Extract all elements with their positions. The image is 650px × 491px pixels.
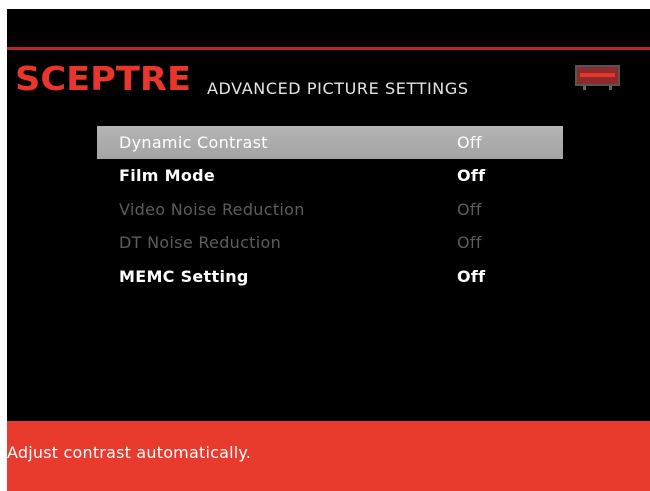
menu-item-label: MEMC Setting	[119, 266, 249, 286]
menu-item-label: Film Mode	[119, 166, 216, 185]
menu-item-dt-noise-reduction: DT Noise Reduction Off	[97, 226, 563, 260]
settings-menu: Dynamic Contrast Off Film Mode Off Video…	[97, 126, 563, 293]
menu-item-film-mode[interactable]: Film Mode Off	[97, 159, 563, 193]
menu-item-label: Video Noise Reduction	[119, 199, 305, 219]
menu-item-value: Off	[457, 266, 486, 286]
sceptre-tv-badge-icon	[575, 65, 620, 91]
menu-item-label: DT Noise Reduction	[119, 233, 282, 252]
menu-item-value: Off	[457, 166, 486, 185]
menu-item-memc-setting[interactable]: MEMC Setting Off	[97, 260, 563, 294]
header-divider	[7, 47, 650, 50]
menu-item-value: Off	[457, 133, 482, 152]
page-title: ADVANCED PICTURE SETTINGS	[207, 79, 469, 98]
menu-item-dynamic-contrast[interactable]: Dynamic Contrast Off	[97, 126, 563, 159]
tv-screen: SCEPTRE ADVANCED PICTURE SETTINGS Dynami…	[7, 9, 650, 491]
sceptre-logo: SCEPTRE	[15, 62, 193, 96]
menu-item-label: Dynamic Contrast	[119, 133, 268, 152]
menu-item-value: Off	[457, 199, 482, 219]
logo-text: SCEPTRE	[15, 62, 191, 96]
help-bar: Adjust contrast automatically.	[7, 421, 650, 491]
menu-item-video-noise-reduction: Video Noise Reduction Off	[97, 193, 563, 227]
menu-item-value: Off	[457, 233, 482, 252]
help-text: Adjust contrast automatically.	[7, 443, 252, 462]
